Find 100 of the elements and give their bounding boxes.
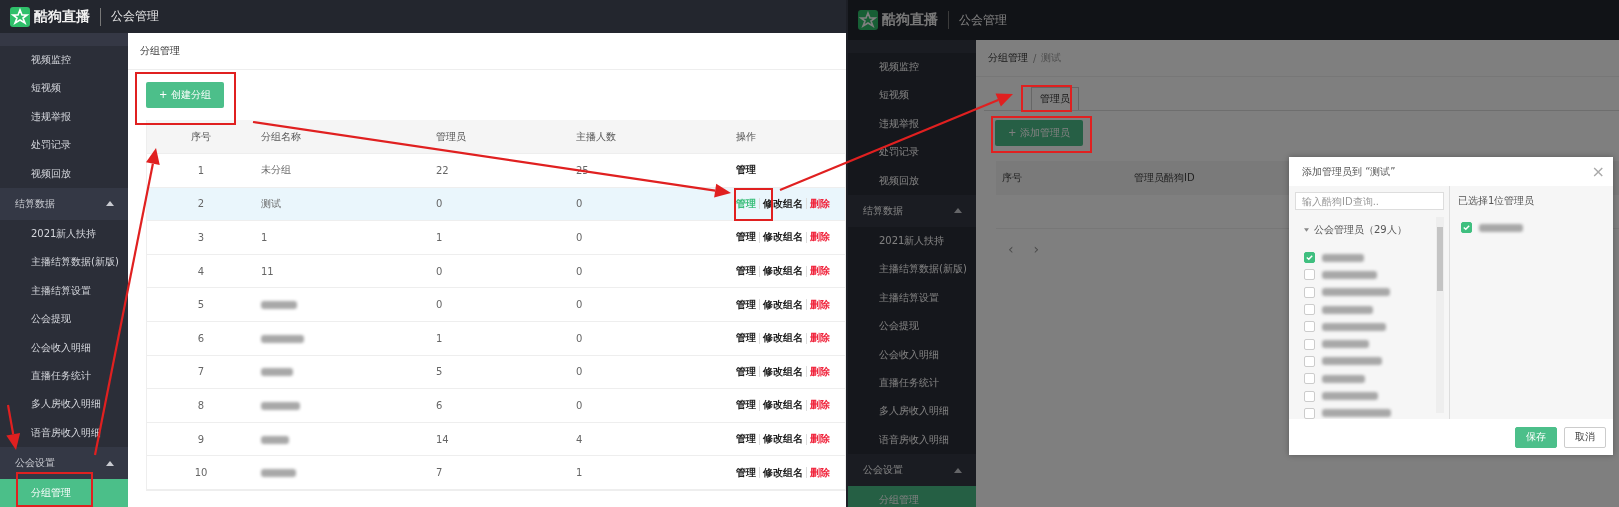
table-row[interactable]: 6 1 0 管理 修改组名 删除	[147, 321, 845, 356]
delete-link[interactable]: 删除	[810, 432, 830, 447]
table-cell-text: 5	[196, 299, 206, 311]
checkbox[interactable]	[1304, 321, 1315, 333]
rename-link[interactable]: 修改组名	[763, 297, 803, 312]
checkbox[interactable]	[1461, 222, 1472, 234]
menu-group[interactable]: 结算数据	[0, 187, 128, 220]
menu-item[interactable]: 多人房收入明细	[0, 390, 128, 419]
menu-group[interactable]: 公会设置	[0, 447, 128, 480]
delete-link[interactable]: 删除	[810, 230, 830, 245]
menu-item[interactable]: 2021新人扶持	[0, 219, 128, 249]
checkbox[interactable]	[1304, 355, 1315, 367]
rename-link[interactable]: 修改组名	[763, 364, 803, 379]
checkbox[interactable]	[1304, 407, 1315, 419]
manage-link[interactable]: 管理	[736, 465, 756, 480]
manage-link[interactable]: 管理	[736, 230, 756, 245]
menu-item[interactable]: 视频监控	[848, 53, 976, 82]
menu-item[interactable]: 视频回放	[848, 166, 976, 195]
menu-item[interactable]: 违规举报	[848, 109, 976, 139]
menu-item[interactable]: 公会提现	[848, 312, 976, 341]
delete-link[interactable]: 删除	[810, 331, 830, 346]
breadcrumb-item[interactable]: 分组管理	[988, 51, 1028, 65]
delete-link[interactable]: 删除	[810, 465, 830, 480]
table-row[interactable]: 9 14 4 管理 修改组名 删除	[147, 422, 845, 457]
rename-link[interactable]: 修改组名	[763, 264, 803, 279]
menu-item[interactable]: 短视频	[848, 81, 976, 110]
rename-link[interactable]: 修改组名	[763, 398, 803, 413]
delete-link[interactable]: 删除	[810, 398, 830, 413]
menu-item[interactable]: 视频回放	[0, 159, 128, 188]
table-row[interactable]: 7 5 0 管理 修改组名 删除	[147, 355, 845, 390]
menu-group[interactable]: 公会设置	[848, 454, 976, 487]
menu-item[interactable]: 直播任务统计	[848, 368, 976, 398]
checkbox[interactable]	[1304, 390, 1315, 402]
rename-link[interactable]: 修改组名	[763, 465, 803, 480]
menu-item[interactable]: 主播结算设置	[0, 276, 128, 306]
scrollbar[interactable]	[1436, 217, 1444, 413]
redacted-text	[1322, 288, 1390, 297]
menu-item[interactable]: 公会收入明细	[0, 333, 128, 362]
table-cell-text: 2	[196, 198, 206, 210]
table-row[interactable]: 10 7 1 管理 修改组名 删除	[147, 456, 845, 490]
rename-link[interactable]: 修改组名	[763, 331, 803, 346]
tab[interactable]: 管理员	[1031, 87, 1079, 110]
menu-item[interactable]: 直播任务统计	[0, 361, 128, 391]
table-cell-text: 0	[575, 265, 584, 277]
menu-group[interactable]: 结算数据	[848, 194, 976, 227]
table-cell-text: 测试	[260, 196, 282, 211]
table-cell-text: 0	[435, 265, 444, 277]
column-header: 管理员	[435, 129, 467, 144]
checkbox[interactable]	[1304, 304, 1315, 316]
table-cell-text: 0	[575, 299, 584, 311]
manage-link[interactable]: 管理	[736, 432, 756, 447]
menu-item[interactable]: 主播结算数据(新版)	[848, 255, 976, 284]
table-row[interactable]: 4 11 0 0 管理 修改组名 删除	[147, 254, 845, 289]
table-cell-text: 0	[575, 198, 584, 210]
menu-item[interactable]: 短视频	[0, 74, 128, 103]
table-cell-text: 11	[260, 265, 275, 277]
manage-link[interactable]: 管理	[736, 163, 756, 178]
menu-item[interactable]: 主播结算数据(新版)	[0, 248, 128, 277]
delete-link[interactable]: 删除	[810, 297, 830, 312]
checkbox[interactable]	[1304, 252, 1315, 264]
checkbox[interactable]	[1304, 286, 1315, 298]
tree-group-label[interactable]: 公会管理员（29人）	[1314, 223, 1407, 237]
delete-link[interactable]: 删除	[810, 264, 830, 279]
table-row[interactable]: 5 0 0 管理 修改组名 删除	[147, 288, 845, 322]
delete-link[interactable]: 删除	[810, 196, 830, 211]
checkbox[interactable]	[1304, 373, 1315, 385]
table-cell-text: 14	[435, 433, 450, 445]
table-row[interactable]: 3 1 1 0 管理 修改组名 删除	[147, 221, 845, 255]
column-header: 管理员酷狗ID	[1133, 171, 1195, 185]
table-cell-text: 7	[196, 366, 206, 378]
table-cell-text: 1	[575, 467, 584, 479]
rename-link[interactable]: 修改组名	[763, 432, 803, 447]
menu-group-label: 结算数据	[15, 196, 55, 211]
table-cell-text: 4	[575, 433, 584, 445]
menu-item[interactable]: 主播结算设置	[848, 283, 976, 313]
checkbox[interactable]	[1304, 269, 1315, 281]
menu-item[interactable]: 公会收入明细	[848, 340, 976, 369]
delete-link[interactable]: 删除	[810, 364, 830, 379]
manage-link[interactable]: 管理	[736, 331, 756, 346]
table-cell-text: 0	[435, 198, 444, 210]
menu-item[interactable]: 违规举报	[0, 102, 128, 132]
table-cell-text: 5	[435, 366, 444, 378]
manage-link[interactable]: 管理	[736, 297, 756, 312]
menu-item[interactable]: 处罚记录	[0, 131, 128, 160]
caret-icon[interactable]	[1304, 228, 1309, 232]
search-field[interactable]: 输入酷狗ID查询..	[1295, 192, 1444, 210]
cancel-button[interactable]: 取消	[1564, 426, 1606, 448]
manage-link[interactable]: 管理	[736, 264, 756, 279]
manage-link[interactable]: 管理	[736, 398, 756, 413]
menu-item[interactable]: 公会提现	[0, 305, 128, 334]
menu-item[interactable]: 视频监控	[0, 46, 128, 75]
table-cell-text: 1	[196, 164, 206, 176]
menu-item[interactable]: 多人房收入明细	[848, 397, 976, 426]
table-row[interactable]: 8 6 0 管理 修改组名 删除	[147, 389, 845, 423]
rename-link[interactable]: 修改组名	[763, 230, 803, 245]
table-cell-text: 6	[196, 332, 206, 344]
manage-link[interactable]: 管理	[736, 364, 756, 379]
column-header: 操作	[735, 129, 757, 144]
checkbox[interactable]	[1304, 338, 1315, 350]
brand-name: 酷狗直播	[34, 7, 90, 26]
